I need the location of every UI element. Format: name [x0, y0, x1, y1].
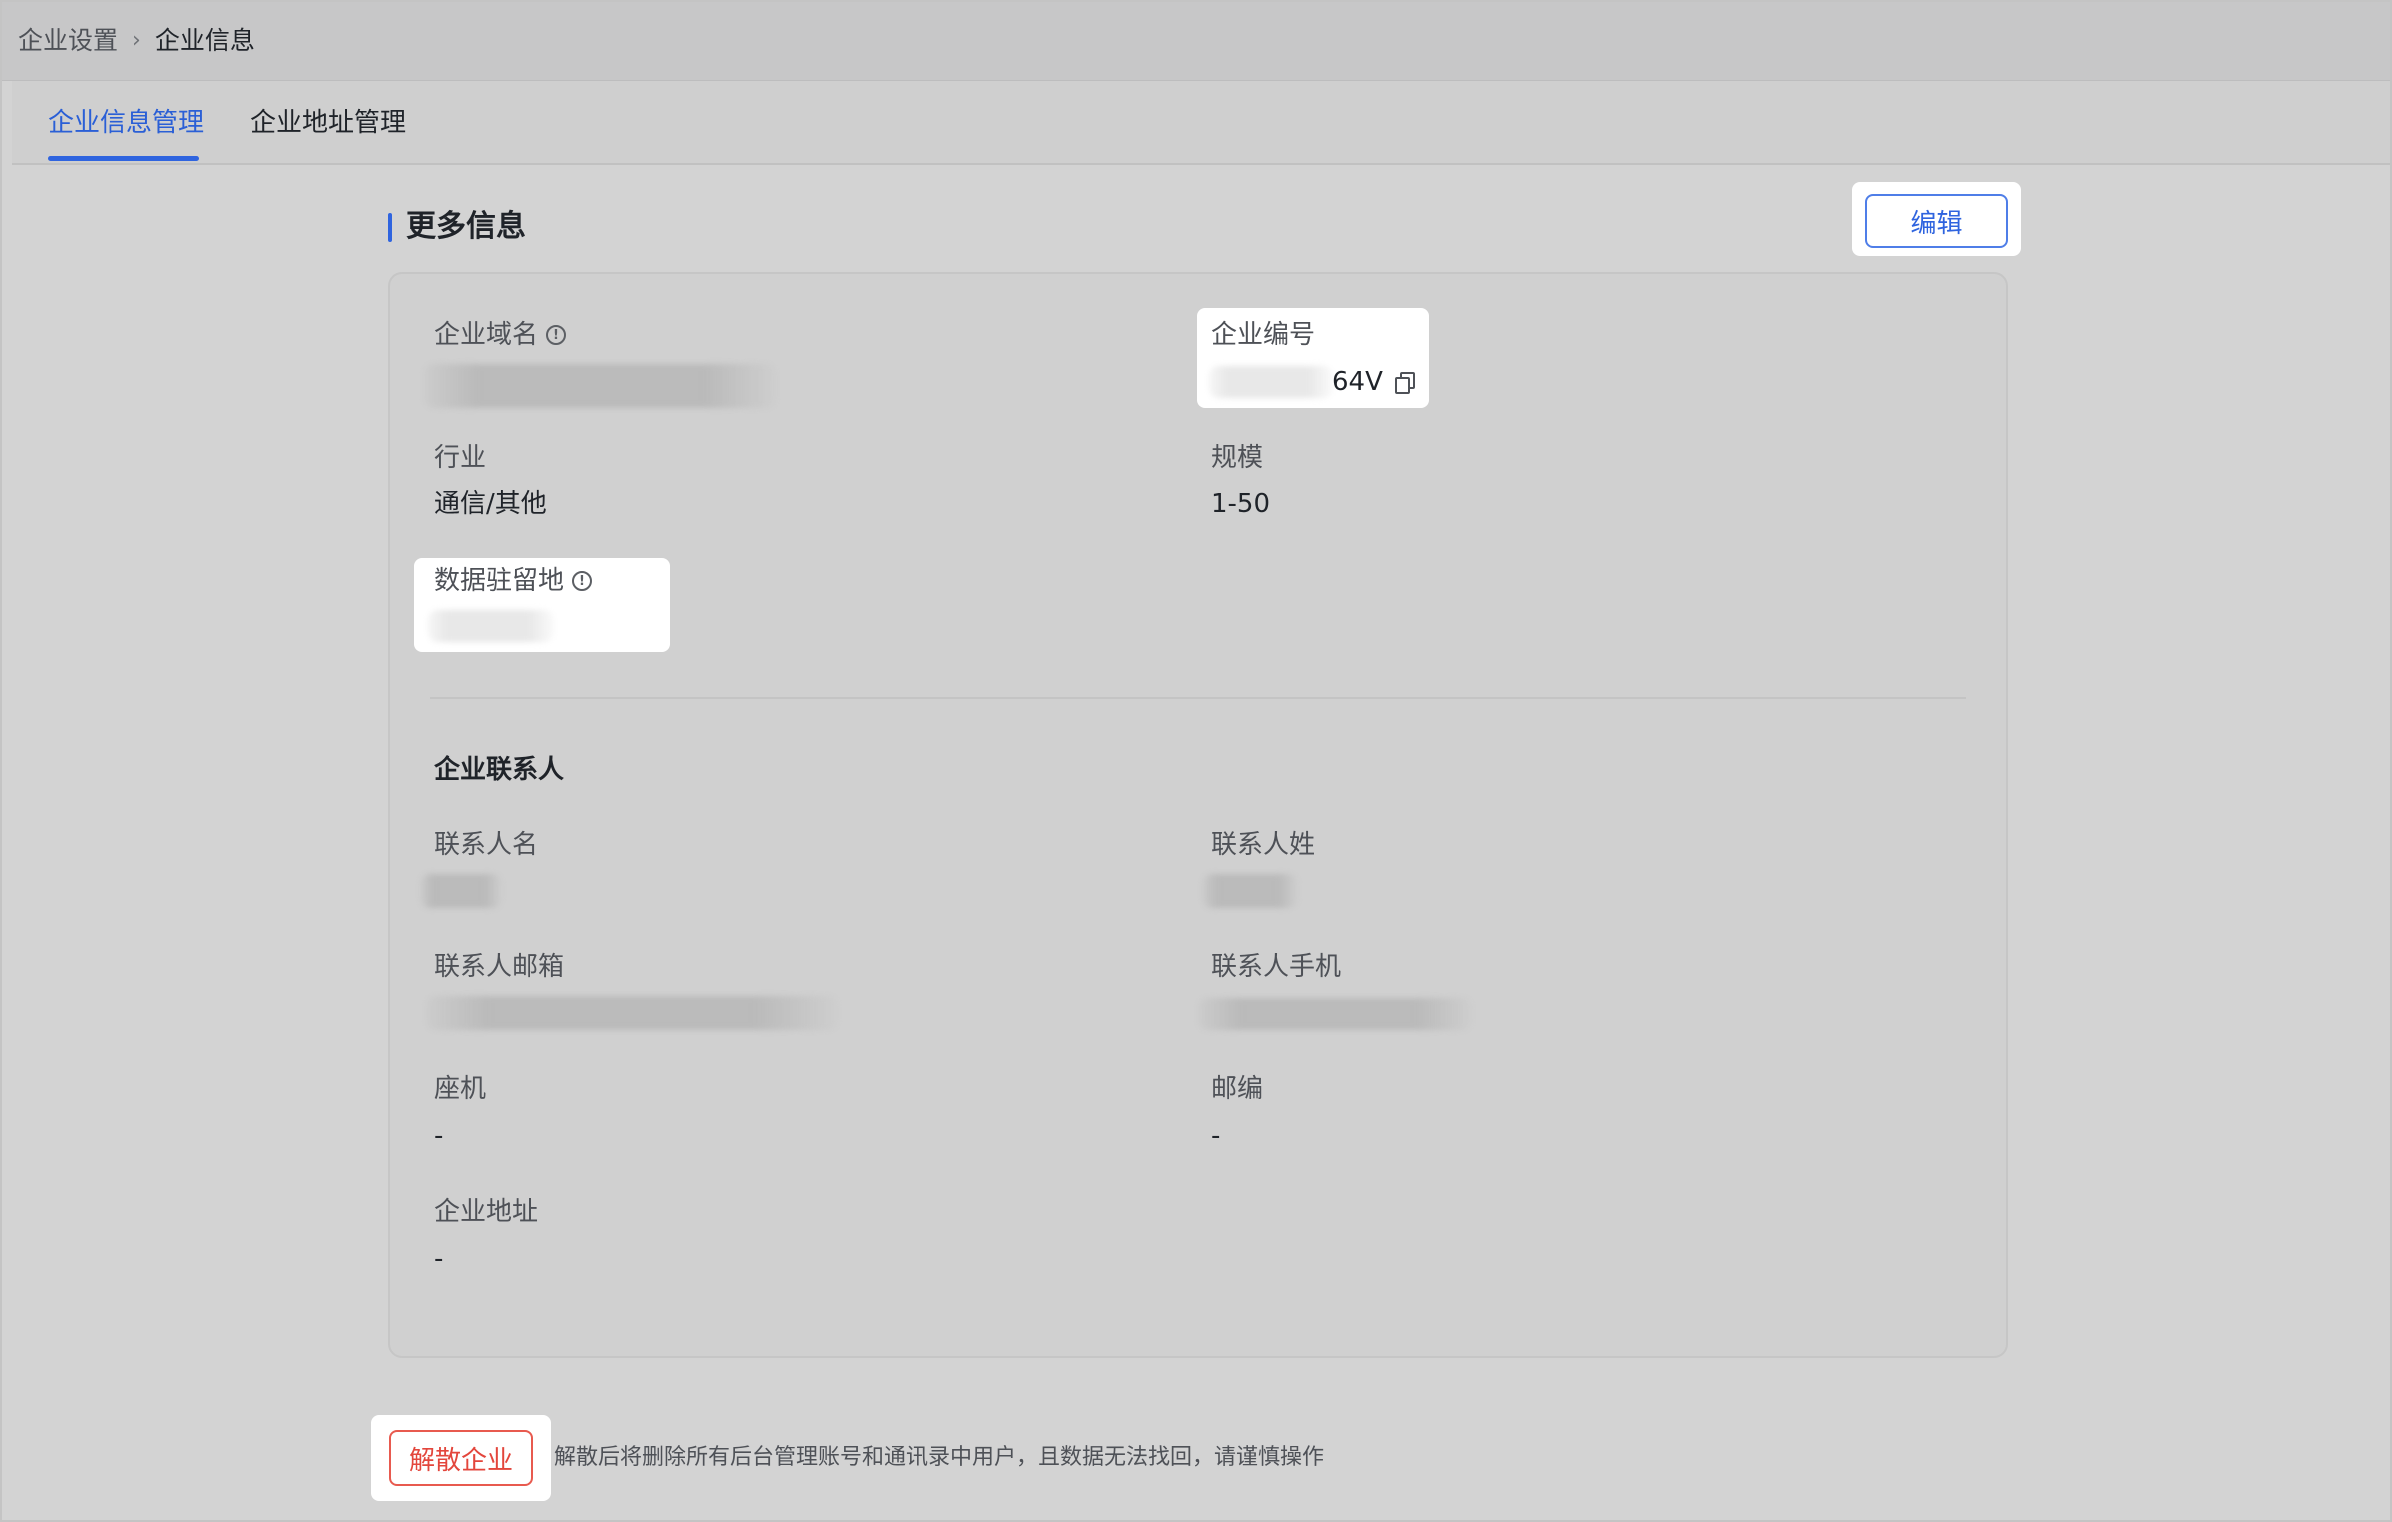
tab-company-info[interactable]: 企业信息管理 — [48, 105, 204, 141]
postcode-label: 邮编 — [1211, 1074, 1264, 1104]
app-window: 企业设置 › 企业信息 企业信息管理 企业地址管理 更多信息 编辑 企业域名 !… — [0, 0, 2392, 1522]
contact-mobile-label: 联系人手机 — [1211, 952, 1342, 982]
contact-last-name-redacted — [1202, 874, 1298, 908]
breadcrumb: 企业设置 › 企业信息 — [18, 24, 255, 58]
contact-heading: 企业联系人 — [434, 755, 565, 785]
edit-button[interactable]: 编辑 — [1865, 194, 2008, 248]
section-divider — [430, 697, 1966, 699]
active-tab-indicator — [48, 156, 199, 161]
landline-label: 座机 — [434, 1074, 487, 1104]
data-residency-redacted — [428, 610, 554, 642]
scale-label: 规模 — [1211, 443, 1264, 473]
section-header: 更多信息 — [388, 208, 526, 246]
domain-label-text: 企业域名 — [434, 320, 539, 350]
dissolve-warning-text: 解散后将删除所有后台管理账号和通讯录中用户，且数据无法找回，请谨慎操作 — [554, 1445, 1325, 1470]
landline-value: - — [434, 1121, 444, 1151]
copy-icon[interactable] — [1394, 372, 1415, 394]
top-bar: 企业设置 › 企业信息 — [2, 2, 2390, 81]
contact-email-label: 联系人邮箱 — [434, 952, 565, 982]
domain-value-redacted — [424, 364, 776, 408]
company-code-label: 企业编号 — [1211, 320, 1316, 350]
company-code-redacted — [1209, 366, 1333, 398]
industry-value: 通信/其他 — [434, 489, 547, 519]
contact-mobile-redacted — [1198, 998, 1472, 1030]
domain-label: 企业域名 ! — [434, 318, 567, 352]
contact-last-name-label: 联系人姓 — [1211, 830, 1316, 860]
dissolve-company-button[interactable]: 解散企业 — [389, 1430, 533, 1486]
data-residency-label: 数据驻留地 ! — [434, 564, 593, 598]
tab-bar: 企业信息管理 企业地址管理 — [12, 81, 2390, 165]
chevron-right-icon: › — [132, 28, 141, 53]
breadcrumb-current: 企业信息 — [154, 26, 255, 55]
section-accent-bar — [388, 212, 392, 242]
breadcrumb-parent[interactable]: 企业设置 — [18, 24, 118, 58]
contact-first-name-label: 联系人名 — [434, 830, 539, 860]
contact-first-name-redacted — [420, 874, 502, 908]
postcode-value: - — [1211, 1121, 1221, 1151]
info-card — [388, 272, 2008, 1358]
company-address-value: - — [434, 1244, 444, 1274]
company-address-label: 企业地址 — [434, 1197, 539, 1227]
section-title: 更多信息 — [406, 209, 526, 244]
industry-label: 行业 — [434, 443, 487, 473]
company-code-text: 64V — [1332, 367, 1383, 397]
info-circle-icon[interactable]: ! — [572, 571, 593, 591]
data-residency-label-text: 数据驻留地 — [434, 566, 565, 596]
info-circle-icon[interactable]: ! — [546, 325, 567, 345]
company-code-value: 64V — [1332, 365, 1415, 399]
scale-value: 1-50 — [1211, 489, 1271, 519]
tab-company-address[interactable]: 企业地址管理 — [250, 105, 406, 141]
contact-email-redacted — [426, 996, 838, 1030]
